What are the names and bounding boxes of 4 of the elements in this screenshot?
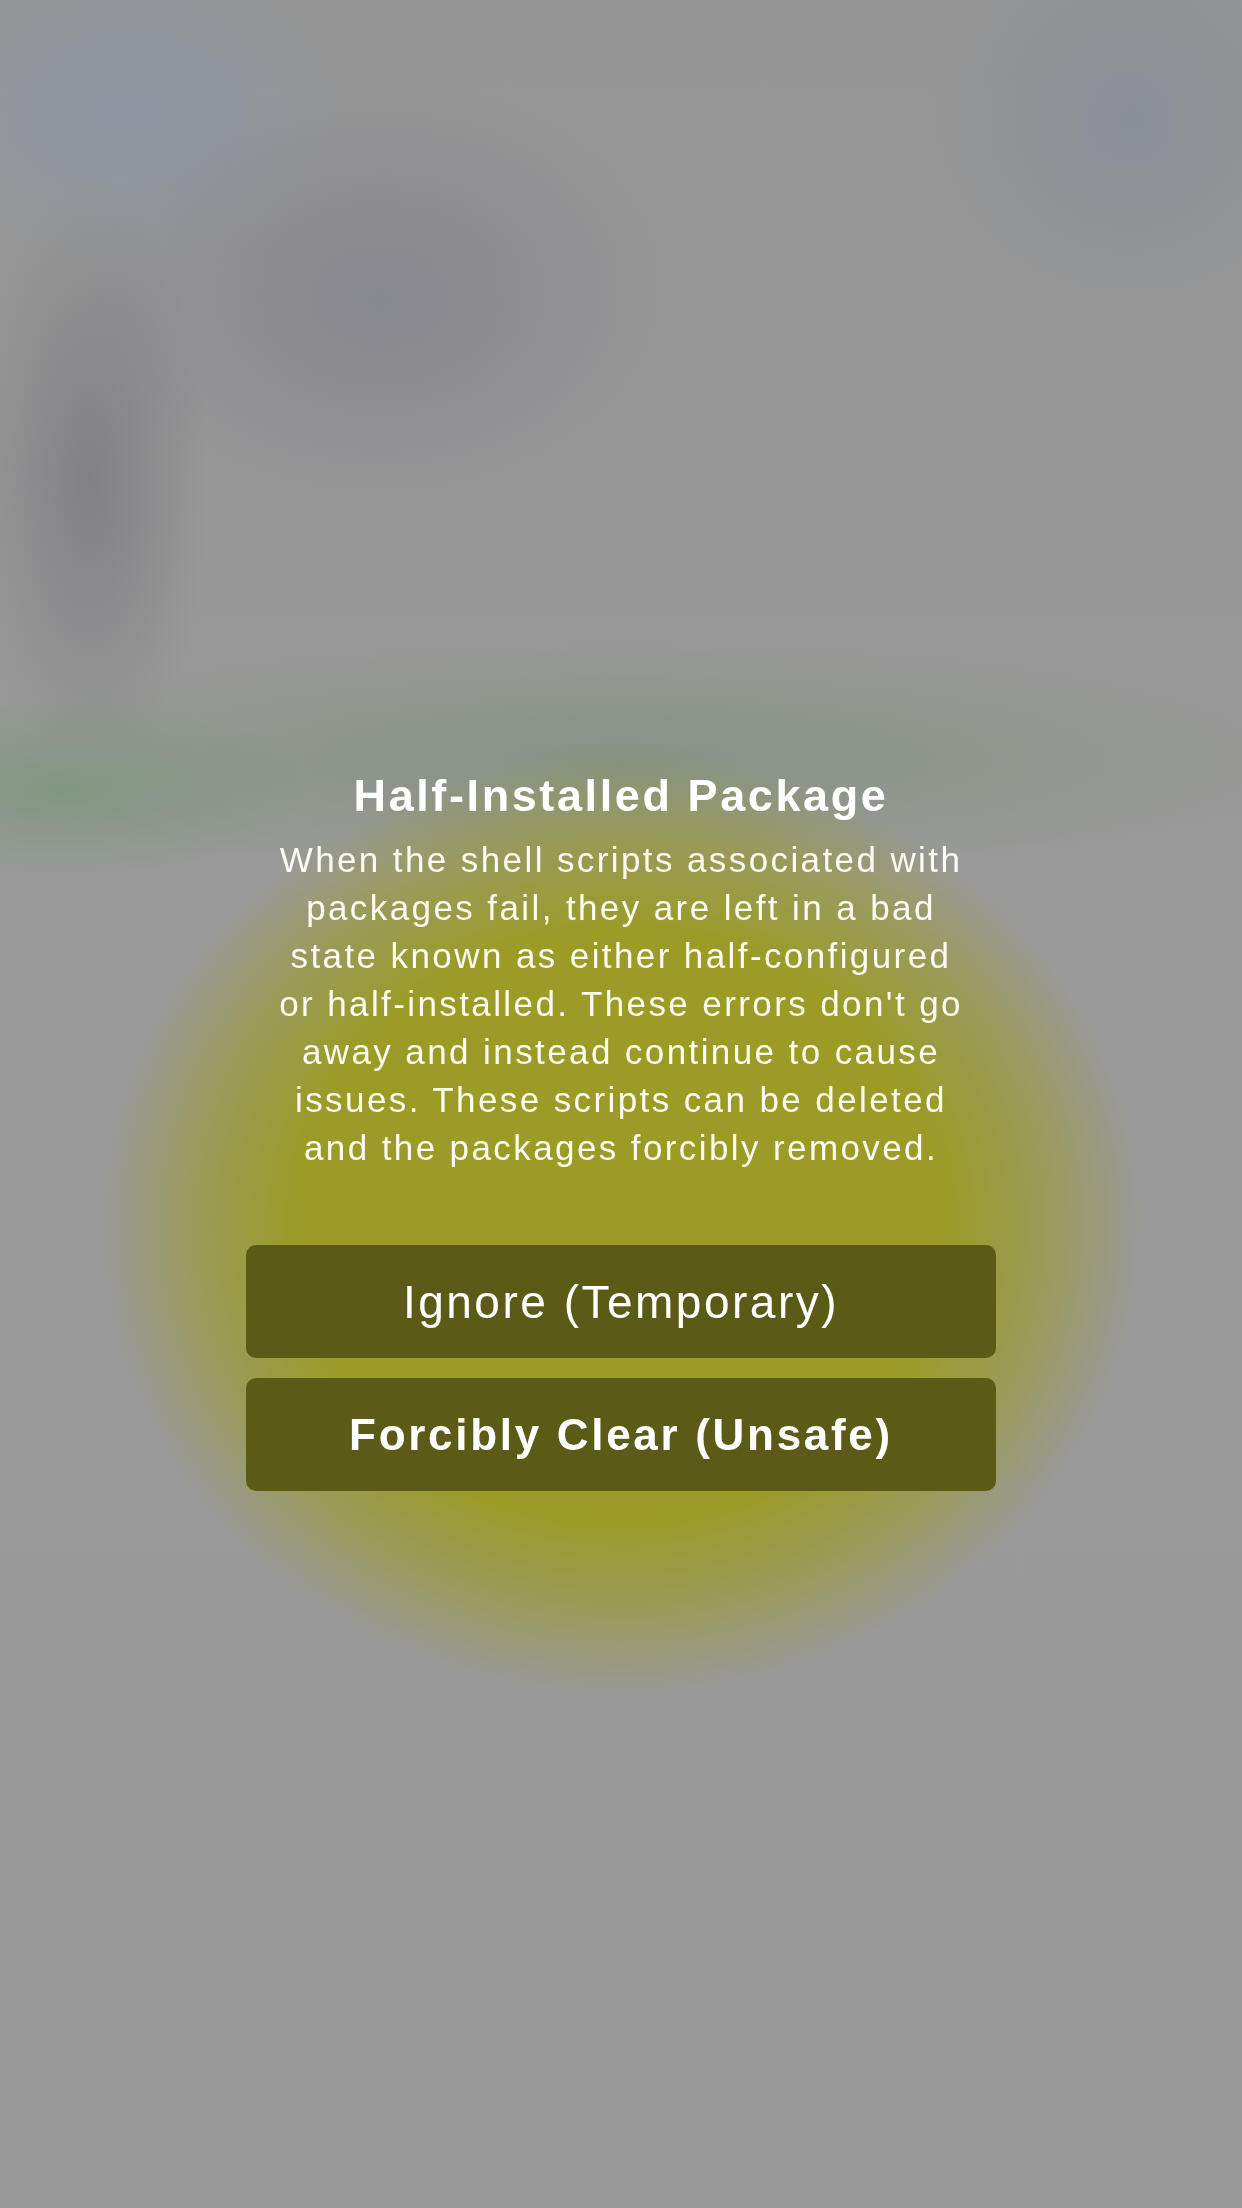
alert-action-button[interactable]: Forcibly Clear (Unsafe): [246, 1378, 996, 1491]
alert-title: Half-Installed Package: [353, 769, 889, 823]
alert-action-button[interactable]: Ignore (Temporary): [246, 1245, 996, 1358]
alert-message: When the shell scripts associated with packages fail, they are left in a bad state known as either half-configured or half-installed. These errors don't go away and instead continue to cause issues. These scripts can be deleted and the packages forcibly removed.: [279, 839, 963, 1169]
